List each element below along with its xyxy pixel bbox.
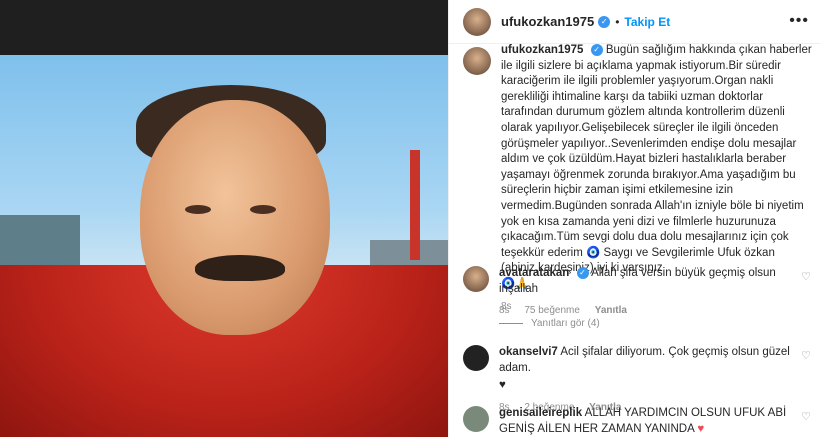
verified-badge-icon: ✓ [590,43,603,56]
verified-badge-icon: ✓ [598,15,611,28]
more-options-icon[interactable]: ••• [789,12,809,30]
like-heart-icon[interactable]: ♡ [801,270,811,283]
verified-badge-icon: ✓ [576,266,589,279]
comment-extra-heart: ♥ [499,379,506,392]
comment-item: okanselvi7 Acil şifalar diliyorum. Çok g… [463,345,813,415]
comment-avatar[interactable] [463,345,489,371]
image-eye-right [250,205,276,214]
caption-username[interactable]: ufukozkan1975 [501,44,583,56]
comment-time[interactable]: 8s [499,305,510,316]
caption-avatar[interactable] [463,47,491,75]
comment-username[interactable]: okanselvi7 [499,346,558,358]
image-mustache [195,255,285,281]
follow-button[interactable]: Takip Et [624,15,670,29]
image-top-band [0,0,448,55]
like-heart-icon[interactable]: ♡ [801,410,811,423]
red-heart-icon: ♥ [697,422,705,435]
view-replies-toggle[interactable]: Yanıtları gör (4) [499,318,600,329]
reply-button[interactable]: Yanıtla [595,305,627,316]
comment-avatar[interactable] [463,266,489,292]
post-image[interactable] [0,0,448,437]
view-replies-label[interactable]: Yanıtları gör (4) [531,318,600,329]
image-red-pole [410,150,420,260]
comment-item: avataratakan ✓ Allah şifa versin büyük g… [463,266,813,319]
post-header: ufukozkan1975 ✓ • Takip Et ••• [449,0,820,44]
caption-text-block: ufukozkan1975 ✓ Bugün sağlığım hakkında … [501,43,813,293]
image-face [140,100,330,335]
comment-avatar[interactable] [463,406,489,432]
comment-item: genisaileireplik ALLAH YARDIMCIN OLSUN U… [463,406,813,437]
post-side-panel: ufukozkan1975 ✓ • Takip Et ••• ufukozkan… [448,0,820,437]
image-eye-left [185,205,211,214]
avatar[interactable] [463,7,491,36]
nazar-emoji-icon: 🧿 [586,246,601,259]
header-username[interactable]: ufukozkan1975 [501,14,594,29]
replies-line [499,323,523,324]
like-heart-icon[interactable]: ♡ [801,349,811,362]
header-separator: • [615,14,620,29]
caption-text: Bugün sağlığım hakkında çıkan haberler i… [501,44,812,259]
comment-likes[interactable]: 75 beğenme [524,305,580,316]
comment-username[interactable]: genisaileireplik [499,407,582,419]
comment-username[interactable]: avataratakan [499,267,569,279]
